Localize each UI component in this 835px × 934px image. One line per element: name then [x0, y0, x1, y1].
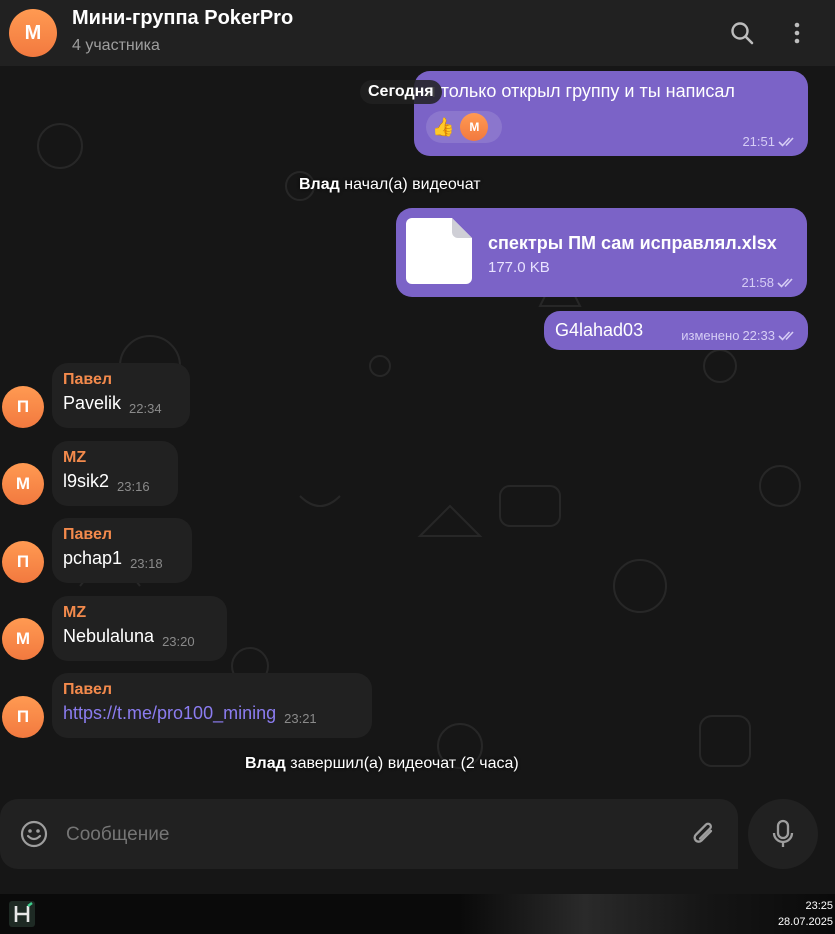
message-text: Nebulaluna	[63, 626, 155, 646]
message-time: 23:16	[117, 479, 150, 494]
member-count: 4 участника	[72, 37, 160, 54]
clock-time: 23:25	[805, 900, 833, 912]
incoming-message[interactable]: Павел pchap1 23:18	[52, 518, 192, 583]
edited-label: изменено	[681, 328, 740, 343]
file-name: спектры ПМ сам исправлял.xlsx	[488, 233, 777, 253]
sender-avatar[interactable]: П	[2, 386, 44, 428]
message-meta: 21:58	[741, 275, 797, 290]
double-check-icon	[778, 330, 794, 341]
incoming-message[interactable]: MZ l9sik2 23:16	[52, 441, 178, 506]
sender-avatar[interactable]: М	[2, 463, 44, 505]
search-icon[interactable]	[727, 18, 757, 48]
message-text: pchap1	[63, 548, 123, 568]
outgoing-file-message[interactable]: спектры ПМ сам исправлял.xlsx 177.0 KB 2…	[396, 208, 807, 297]
system-clock[interactable]: 23:25 28.07.2025	[778, 898, 833, 930]
voice-record-button[interactable]	[748, 799, 818, 869]
reaction-chip[interactable]: 👍 М	[426, 111, 502, 143]
sender-name[interactable]: Павел	[63, 526, 192, 544]
outgoing-message[interactable]: G4lahad03 изменено 22:33	[544, 311, 808, 350]
service-message: Влад начал(а) видеочат	[299, 176, 481, 194]
message-time: 21:58	[741, 275, 774, 290]
date-separator: Сегодня	[360, 80, 442, 104]
sender-avatar[interactable]: П	[2, 696, 44, 738]
incoming-message[interactable]: Павел https://t.me/pro100_mining 23:21	[52, 673, 372, 738]
double-check-icon	[778, 136, 794, 147]
message-time: 22:34	[129, 401, 162, 416]
service-text: начал(а) видеочат	[339, 176, 481, 193]
message-time: 23:20	[162, 634, 195, 649]
message-composer	[0, 799, 738, 869]
more-vertical-icon[interactable]	[782, 18, 812, 48]
file-size: 177.0 KB	[488, 259, 550, 276]
sender-name[interactable]: MZ	[63, 449, 178, 467]
service-actor[interactable]: Влад	[299, 176, 340, 193]
app-logo-icon[interactable]	[9, 901, 35, 927]
thumbs-up-icon: 👍	[432, 116, 455, 137]
message-meta: 21:51	[742, 134, 798, 149]
message-time: 22:33	[742, 328, 775, 343]
message-link[interactable]: https://t.me/pro100_mining	[63, 703, 276, 723]
clock-date: 28.07.2025	[777, 916, 833, 928]
message-text: l9sik2	[63, 471, 110, 491]
file-icon[interactable]	[406, 218, 472, 284]
double-check-icon	[777, 277, 793, 288]
emoji-icon[interactable]	[20, 820, 48, 852]
message-text: я только открыл группу и ты написал	[426, 81, 735, 101]
sender-name[interactable]: Павел	[63, 371, 190, 389]
mic-icon	[772, 819, 794, 847]
chat-title[interactable]: Мини-группа PokerPro	[72, 7, 293, 30]
outgoing-message[interactable]: я только открыл группу и ты написал 👍 М …	[414, 71, 808, 156]
message-input[interactable]	[64, 819, 668, 851]
service-actor[interactable]: Влад	[245, 755, 286, 772]
message-time: 21:51	[742, 134, 775, 149]
message-list[interactable]: я только открыл группу и ты написал 👍 М …	[0, 66, 835, 894]
sender-name[interactable]: Павел	[63, 681, 372, 699]
message-time: 23:21	[284, 711, 317, 726]
message-text: G4lahad03	[555, 320, 644, 340]
os-taskbar: 23:25 28.07.2025	[0, 894, 835, 934]
group-avatar[interactable]: М	[9, 9, 57, 57]
sender-avatar[interactable]: П	[2, 541, 44, 583]
incoming-message[interactable]: MZ Nebulaluna 23:20	[52, 596, 227, 661]
message-text: Pavelik	[63, 393, 122, 413]
message-meta: изменено 22:33	[681, 328, 798, 343]
sender-name[interactable]: MZ	[63, 604, 227, 622]
chat-header: М Мини-группа PokerPro 4 участника	[0, 0, 835, 66]
reactor-avatar: М	[460, 113, 489, 141]
attach-icon[interactable]	[690, 819, 718, 853]
sender-avatar[interactable]: М	[2, 618, 44, 660]
service-text: завершил(а) видеочат (2 часа)	[285, 755, 519, 772]
incoming-message[interactable]: Павел Pavelik 22:34	[52, 363, 190, 428]
service-message: Влад завершил(а) видеочат (2 часа)	[245, 755, 519, 773]
message-time: 23:18	[130, 556, 163, 571]
